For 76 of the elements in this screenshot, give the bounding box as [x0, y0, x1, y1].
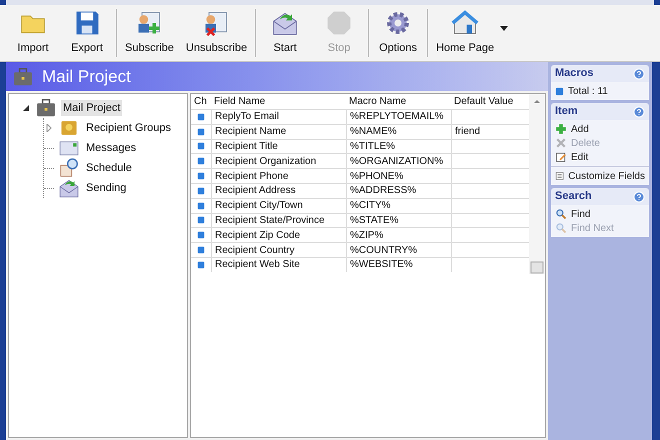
toolbar-button[interactable]: Options — [371, 5, 426, 61]
column-header[interactable]: Field Name — [211, 94, 346, 109]
help-icon[interactable] — [633, 68, 645, 80]
pencil-note-icon — [555, 151, 567, 163]
help-icon[interactable] — [633, 190, 645, 202]
toolbar-button[interactable]: Start — [258, 5, 312, 61]
square-bullet-icon — [197, 216, 205, 224]
toolbar-button[interactable]: Export — [60, 5, 114, 61]
stop-sign-icon — [325, 9, 354, 38]
panel-title: Macros — [555, 66, 594, 82]
panel-title: Search — [555, 189, 592, 204]
toolbar-button[interactable]: Import — [6, 5, 60, 61]
table-cell: Recipient Web Site — [211, 258, 346, 272]
table-cell: %TITLE% — [346, 140, 451, 154]
square-bullet-icon — [197, 142, 205, 150]
square-bullet-icon — [197, 246, 205, 254]
tree-item[interactable]: Schedule — [84, 160, 134, 176]
square-bullet-icon — [197, 112, 205, 121]
envelope-arrow-icon — [58, 177, 80, 199]
table-cell: friend — [451, 124, 527, 139]
panel-link[interactable]: Add — [571, 122, 589, 136]
calendar-clock-icon — [58, 157, 80, 179]
table-cell: Recipient Zip Code — [211, 228, 346, 242]
square-bullet-icon — [197, 128, 205, 136]
table-cell: Recipient Country — [211, 243, 346, 257]
header-title: Mail Project — [42, 66, 131, 88]
help-icon[interactable] — [633, 106, 645, 118]
tree-item[interactable]: Messages — [84, 140, 138, 156]
table-cell: %PHONE% — [346, 169, 451, 183]
briefcase-icon — [12, 66, 34, 88]
table-cell: %ORGANIZATION% — [346, 154, 451, 168]
table-cell: Recipient Phone — [211, 169, 346, 183]
dropdown-caret-icon[interactable] — [500, 26, 508, 30]
tree-item[interactable]: Mail Project — [61, 100, 122, 116]
panel-link[interactable]: Find — [571, 206, 590, 222]
expand-triangle-icon[interactable] — [45, 124, 53, 132]
tree-item[interactable]: Recipient Groups — [84, 120, 173, 136]
table-cell: Recipient Title — [211, 140, 346, 154]
table-cell: %STATE% — [346, 214, 451, 228]
toolbar-button[interactable]: Subscribe — [119, 5, 180, 61]
table-cell: %CITY% — [346, 198, 451, 213]
table-cell: %NAME% — [346, 124, 451, 139]
search-icon — [555, 208, 567, 220]
search-icon — [555, 222, 567, 234]
square-bullet-icon — [197, 260, 205, 269]
table-cell: %WEBSITE% — [346, 258, 451, 272]
square-bullet-icon — [197, 231, 205, 240]
toolbar-button[interactable]: Unsubscribe — [180, 5, 254, 61]
square-bullet-icon — [197, 186, 205, 195]
column-header[interactable]: Default Value — [451, 94, 527, 109]
table-cell: Recipient State/Province — [211, 214, 346, 228]
table-cell: ReplyTo Email — [211, 110, 346, 124]
panel-link[interactable]: Edit — [571, 150, 588, 164]
panel-title: Item — [555, 104, 578, 120]
collapse-triangle-icon[interactable] — [22, 104, 30, 112]
square-bullet-icon — [197, 172, 205, 180]
column-header[interactable]: Ch — [191, 94, 211, 109]
square-bullet-icon — [197, 157, 205, 166]
table-cell: %ZIP% — [346, 228, 451, 242]
square-bullet-icon — [555, 86, 564, 96]
table-cell: Recipient City/Town — [211, 198, 346, 213]
briefcase-icon — [35, 97, 57, 119]
table-cell: Recipient Organization — [211, 154, 346, 168]
table-cell: %REPLYTOEMAIL% — [346, 110, 451, 124]
x-icon — [555, 137, 567, 149]
toolbar-button[interactable]: Home Page — [430, 5, 500, 61]
table-cell: %ADDRESS% — [346, 184, 451, 198]
plus-icon — [555, 123, 567, 135]
tree-item[interactable]: Sending — [84, 180, 128, 196]
column-header[interactable]: Macro Name — [346, 94, 451, 109]
table-cell: %COUNTRY% — [346, 243, 451, 257]
scrollbar-drawing[interactable] — [529, 94, 545, 274]
square-bullet-icon — [197, 202, 205, 210]
table-cell: Recipient Name — [211, 124, 346, 139]
list-icon — [555, 170, 564, 182]
table-cell: Recipient Address — [211, 184, 346, 198]
